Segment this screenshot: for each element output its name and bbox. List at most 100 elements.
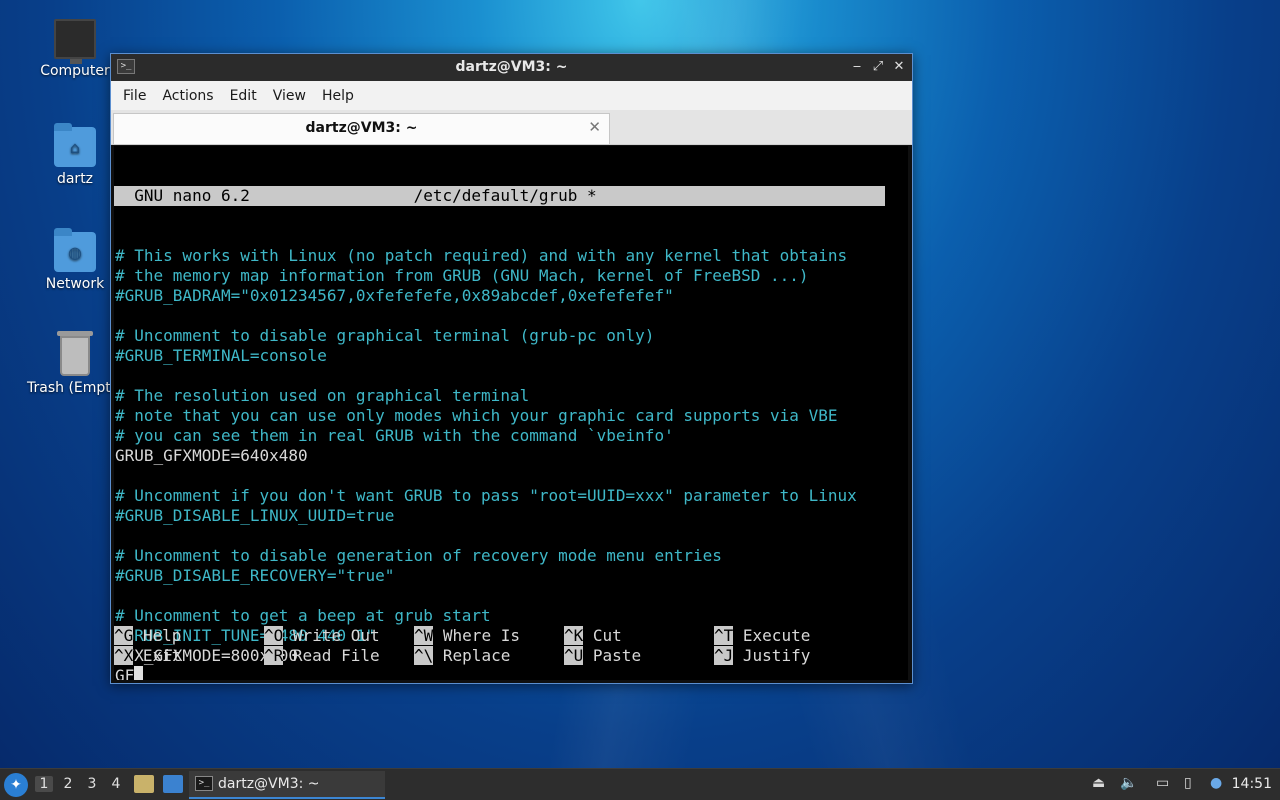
desktop-icon-computer[interactable]: Computer: [27, 19, 123, 79]
file-manager-icon[interactable]: [134, 775, 154, 793]
nano-shortcuts: ^G Help ^O Write Out ^W Where Is ^K Cut ^T E…: [114, 626, 908, 666]
taskbar-item-terminal[interactable]: >_ dartz@VM3: ~: [189, 771, 385, 799]
shortcut-label: Cut: [592, 626, 622, 645]
shortcut-label: Exit: [142, 646, 182, 665]
clock[interactable]: 14:51: [1232, 776, 1272, 792]
editor-buffer[interactable]: # This works with Linux (no patch requir…: [114, 246, 908, 680]
menubar: File Actions Edit View Help: [111, 81, 912, 110]
shortcut-key: ^J: [714, 646, 734, 665]
editor-line: # The resolution used on graphical termi…: [115, 386, 530, 405]
desktop-icon-label: Network: [45, 276, 105, 292]
shortcut-item: ^O Write Out: [264, 626, 380, 646]
shortcut-key: ^R: [264, 646, 284, 665]
shortcut-row: ^G Help ^O Write Out ^W Where Is ^K Cut ^T E…: [114, 626, 908, 646]
desktop-icon-label: Computer: [40, 63, 110, 79]
text-cursor: [134, 666, 144, 680]
maximize-button[interactable]: ⤢: [869, 58, 887, 76]
minimize-button[interactable]: ‒: [848, 58, 866, 76]
shortcut-label: Write Out: [292, 626, 380, 645]
desktop-icon-label: Trash (Empty): [27, 380, 125, 396]
editor-line: # you can see them in real GRUB with the…: [115, 426, 674, 445]
editor-line: # Uncomment to disable generation of rec…: [115, 546, 722, 565]
network-folder-icon: ◍: [54, 228, 96, 272]
taskbar: ✦ 1 2 3 4 >_ dartz@VM3: ~ ⏏ 🔈 ▭ ▯ ● 14:5…: [0, 768, 1280, 800]
shortcut-key: ^U: [564, 646, 584, 665]
editor-line: GRUB_GFXMODE=640x480: [115, 446, 308, 465]
editor-line: # Uncomment if you don't want GRUB to pa…: [115, 486, 857, 505]
menu-help[interactable]: Help: [316, 88, 360, 104]
desktop-icon-network[interactable]: ◍ Network: [27, 228, 123, 292]
menu-file[interactable]: File: [117, 88, 152, 104]
shortcut-item: ^W Where Is: [414, 626, 520, 646]
desktop-icon-label: dartz: [56, 171, 94, 187]
menu-actions[interactable]: Actions: [156, 88, 219, 104]
home-folder-icon: ⌂: [54, 123, 96, 167]
workspace-4[interactable]: 4: [107, 776, 125, 792]
start-menu-icon[interactable]: ✦: [4, 773, 28, 797]
monitor-icon: [54, 19, 96, 64]
workspace-1[interactable]: 1: [35, 776, 53, 792]
editor-line: #GRUB_DISABLE_LINUX_UUID=true: [115, 506, 395, 525]
shortcut-item: ^U Paste: [564, 646, 641, 666]
shortcut-item: ^J Justify: [714, 646, 810, 666]
shortcut-key: ^X: [114, 646, 134, 665]
shortcut-item: ^T Execute: [714, 626, 810, 646]
terminal-icon: >_: [195, 776, 213, 791]
network-icon[interactable]: ▭: [1156, 775, 1169, 791]
shortcut-label: Execute: [742, 626, 811, 645]
shortcut-key: ^O: [264, 626, 284, 645]
shortcut-label: Read File: [292, 646, 380, 665]
shortcut-key: ^W: [414, 626, 434, 645]
shortcut-item: ^\ Replace: [414, 646, 510, 666]
editor-line: # the memory map information from GRUB (…: [115, 266, 809, 285]
taskbar-item-label: dartz@VM3: ~: [218, 776, 320, 792]
nano-header: GNU nano 6.2 /etc/default/grub *: [114, 186, 885, 206]
editor-line: #GRUB_DISABLE_RECOVERY="true": [115, 566, 395, 585]
shortcut-item: ^X Exit: [114, 646, 181, 666]
shortcut-key: ^T: [714, 626, 734, 645]
desktop-icon-home[interactable]: ⌂ dartz: [27, 123, 123, 187]
tab-strip: dartz@VM3: ~ ✕: [111, 110, 912, 145]
shortcut-item: ^K Cut: [564, 626, 622, 646]
shortcut-key: ^K: [564, 626, 584, 645]
editor-line: # Uncomment to get a beep at grub start: [115, 606, 491, 625]
desktop-icon-trash[interactable]: Trash (Empty): [27, 331, 125, 396]
shortcut-key: ^G: [114, 626, 134, 645]
trash-icon: [57, 331, 93, 376]
eject-icon[interactable]: ⏏: [1092, 775, 1105, 791]
window-title: dartz@VM3: ~: [455, 59, 568, 75]
shortcut-label: Paste: [592, 646, 642, 665]
tab-terminal[interactable]: dartz@VM3: ~ ✕: [113, 113, 610, 144]
close-button[interactable]: ✕: [890, 58, 908, 76]
editor-line: GF: [114, 666, 908, 680]
workspace-3[interactable]: 3: [83, 776, 101, 792]
editor-line: #GRUB_BADRAM="0x01234567,0xfefefefe,0x89…: [115, 286, 674, 305]
editor-line: # Uncomment to disable graphical termina…: [115, 326, 655, 345]
editor-line: # note that you can use only modes which…: [115, 406, 838, 425]
menu-edit[interactable]: Edit: [224, 88, 263, 104]
editor-line: # This works with Linux (no patch requir…: [115, 246, 848, 265]
tab-close-icon[interactable]: ✕: [588, 118, 601, 136]
workspace-2[interactable]: 2: [59, 776, 77, 792]
terminal-area[interactable]: GNU nano 6.2 /etc/default/grub * # This …: [114, 146, 908, 680]
tab-label: dartz@VM3: ~: [305, 120, 418, 136]
terminal-window: >_ dartz@VM3: ~ ‒ ⤢ ✕ File Actions Edit …: [110, 53, 913, 684]
shortcut-item: ^R Read File: [264, 646, 380, 666]
update-notifier-icon[interactable]: ●: [1210, 775, 1222, 791]
shortcut-label: Justify: [742, 646, 811, 665]
window-titlebar[interactable]: >_ dartz@VM3: ~ ‒ ⤢ ✕: [111, 54, 912, 81]
shortcut-label: Help: [142, 626, 182, 645]
menu-view[interactable]: View: [267, 88, 312, 104]
shortcut-label: Replace: [442, 646, 511, 665]
editor-line: #GRUB_TERMINAL=console: [115, 346, 327, 365]
shortcut-label: Where Is: [442, 626, 520, 645]
clipboard-icon[interactable]: ▯: [1184, 775, 1192, 791]
volume-icon[interactable]: 🔈: [1120, 775, 1137, 791]
shortcut-key: ^\: [414, 646, 434, 665]
show-desktop-icon[interactable]: [163, 775, 183, 793]
